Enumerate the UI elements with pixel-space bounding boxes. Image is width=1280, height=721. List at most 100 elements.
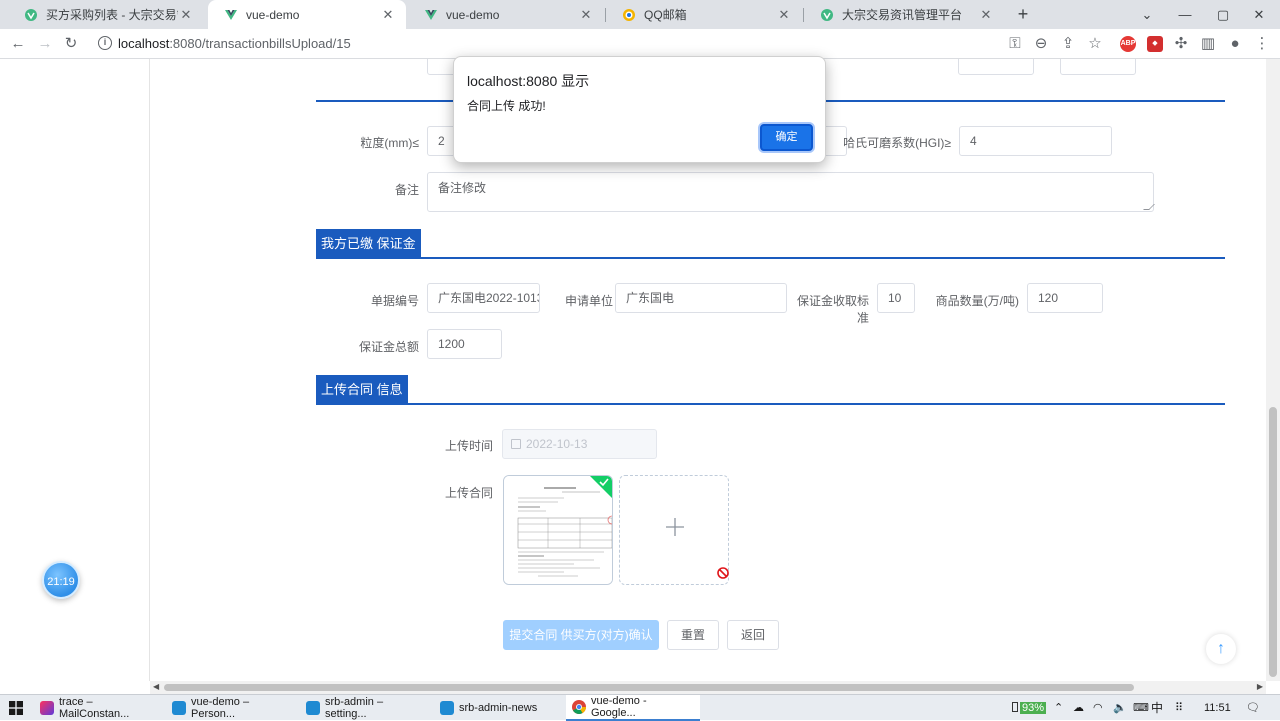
section-divider [316, 257, 1225, 259]
battery-icon [1012, 702, 1018, 712]
deposit-standard-input[interactable]: 10 [877, 283, 915, 313]
floating-clock-widget[interactable]: 21:19 [42, 561, 80, 599]
close-icon[interactable]: ✕ [578, 7, 594, 23]
applicant-label: 申请单位 [564, 294, 613, 308]
ublock-extension-icon[interactable]: ◆ [1147, 36, 1163, 52]
notification-icon[interactable]: 🗨 [1246, 699, 1260, 717]
upload-add-button[interactable] [619, 475, 729, 585]
qq-mail-favicon-icon [623, 8, 635, 21]
tab-qq-mail[interactable]: QQ邮箱 ✕ [606, 0, 802, 29]
windows-start-icon[interactable] [9, 701, 23, 715]
deposit-total-input[interactable]: 1200 [427, 329, 502, 359]
resize-handle-icon[interactable] [1143, 204, 1155, 210]
tab-title: vue-demo [446, 7, 500, 22]
taskbar-item-vscode-srb-admin-news[interactable]: srb-admin-news [434, 695, 564, 721]
onedrive-cloud-icon[interactable]: ☁ [1073, 699, 1084, 717]
profile-avatar-icon[interactable]: ● [1226, 35, 1244, 53]
new-tab-button[interactable]: + [1013, 4, 1033, 24]
close-icon[interactable]: ✕ [380, 7, 396, 23]
tab-title: 大宗交易资讯管理平台 [842, 8, 963, 22]
close-window-button[interactable]: ✕ [1236, 0, 1280, 29]
horizontal-scrollbar[interactable]: ◀ ▶ [150, 681, 1266, 694]
alert-message: 合同上传 成功! [467, 99, 546, 113]
volume-icon[interactable]: 🔈 [1113, 699, 1127, 717]
tab-vue-demo-active[interactable]: vue-demo ✕ [208, 0, 406, 29]
alert-ok-button[interactable]: 确定 [760, 124, 813, 151]
extensions-puzzle-icon[interactable]: ✣ [1172, 35, 1190, 53]
submit-contract-button[interactable]: 提交合同 供买方(对方)确认 [503, 620, 659, 650]
hidden-field[interactable] [958, 59, 1034, 75]
back-to-top-arrow-icon[interactable]: ↑ [1206, 634, 1236, 664]
more-menu-icon[interactable]: ⋮ [1253, 35, 1271, 53]
browser-tab-strip: 买方采购列表 - 大宗交易管理平台 ✕ vue-demo ✕ vue-demo … [0, 0, 1280, 29]
forward-arrow-icon[interactable]: → [36, 35, 54, 53]
bill-no-input[interactable]: 广东国电2022-1013 [427, 283, 540, 313]
contract-section-title: 上传合同 信息 [316, 375, 408, 404]
deposit-standard-label: 保证金收取标准 [796, 294, 869, 325]
taskbar-item-vscode-srb-admin[interactable]: srb-admin – setting... [300, 695, 430, 721]
tab-title: QQ邮箱 [644, 8, 687, 22]
vue-favicon-icon [425, 9, 437, 20]
side-panel-icon[interactable]: ▥ [1199, 35, 1217, 53]
taskbar-item-label: trace – MailConstan... [59, 696, 130, 720]
vertical-scrollbar-thumb[interactable] [1269, 407, 1277, 677]
taskbar-item-label: srb-admin – setting... [325, 696, 384, 720]
hidden-field[interactable] [1060, 59, 1136, 75]
wifi-icon[interactable]: ◠ [1093, 699, 1103, 717]
upload-success-check-icon [590, 476, 612, 498]
vue-favicon-icon [821, 8, 833, 21]
tab-vue-demo[interactable]: vue-demo ✕ [408, 0, 604, 29]
chrome-icon [572, 700, 586, 714]
close-icon[interactable]: ✕ [776, 7, 792, 23]
upload-time-datepicker[interactable]: 2022-10-13 [502, 429, 657, 459]
taskbar-item-vscode-vue-demo[interactable]: vue-demo – Person... [166, 695, 296, 721]
upload-time-value: 2022-10-13 [526, 437, 588, 451]
horizontal-scrollbar-thumb[interactable] [164, 684, 1134, 691]
tab-procurement-list[interactable]: 买方采购列表 - 大宗交易管理平台 ✕ [8, 0, 204, 29]
deposit-total-label: 保证金总额 [358, 340, 419, 354]
scroll-left-arrow-icon[interactable]: ◀ [153, 682, 159, 691]
tab-trading-news[interactable]: 大宗交易资讯管理平台 ✕ [804, 0, 1004, 29]
ime-grid-icon[interactable]: ⠿ [1175, 699, 1183, 717]
hgi-input[interactable]: 4 [959, 126, 1112, 156]
remark-textarea[interactable]: 备注修改 [427, 172, 1155, 212]
tray-expand-chevron-icon[interactable]: ⌃ [1054, 699, 1063, 717]
taskbar-item-chrome-vue-demo[interactable]: vue-demo - Google... [566, 695, 700, 721]
url-text: localhost:8080/transactionbillsUpload/15 [118, 36, 351, 51]
quantity-input[interactable]: 120 [1027, 283, 1103, 313]
scroll-right-arrow-icon[interactable]: ▶ [1257, 682, 1263, 691]
alert-dialog: localhost:8080 显示 合同上传 成功! 确定 [453, 56, 826, 163]
section-divider [316, 403, 1225, 405]
deposit-section-title: 我方已缴 保证金 [316, 229, 421, 258]
system-clock[interactable]: 11:51 [1204, 699, 1231, 717]
bookmark-star-icon[interactable]: ☆ [1086, 35, 1104, 53]
not-allowed-cursor-icon [717, 567, 729, 579]
site-info-icon[interactable]: i [98, 36, 112, 50]
key-icon[interactable]: ⚿ [1006, 35, 1024, 53]
bill-no-label: 单据编号 [370, 294, 419, 308]
vscode-icon [306, 701, 320, 715]
address-bar[interactable]: i localhost:8080/transactionbillsUpload/… [92, 32, 1060, 56]
vscode-icon [172, 701, 186, 715]
reset-button[interactable]: 重置 [667, 620, 719, 650]
vertical-scrollbar[interactable] [1266, 59, 1280, 681]
back-arrow-icon[interactable]: ← [9, 35, 27, 53]
windows-taskbar: trace – MailConstan... vue-demo – Person… [0, 694, 1280, 721]
upload-contract-label: 上传合同 [444, 486, 493, 500]
back-button[interactable]: 返回 [727, 620, 779, 650]
taskbar-item-label: vue-demo – Person... [191, 696, 250, 720]
reload-icon[interactable]: ↻ [62, 35, 80, 53]
close-icon[interactable]: ✕ [978, 7, 994, 23]
ime-indicator[interactable]: 中 [1151, 699, 1163, 717]
vue-favicon-icon [25, 8, 37, 21]
keyboard-icon[interactable]: ⌨ [1133, 699, 1149, 717]
share-icon[interactable]: ⇪ [1059, 35, 1077, 53]
adblock-extension-icon[interactable]: ABP [1120, 36, 1136, 52]
close-icon[interactable]: ✕ [178, 7, 194, 23]
uploaded-contract-thumbnail[interactable] [503, 475, 613, 585]
applicant-input[interactable]: 广东国电 [615, 283, 787, 313]
zoom-icon[interactable]: ⊖ [1032, 35, 1050, 53]
battery-indicator[interactable]: 93% [1012, 699, 1047, 717]
upload-time-label: 上传时间 [444, 439, 493, 453]
taskbar-item-intellij-trace[interactable]: trace – MailConstan... [34, 695, 164, 721]
